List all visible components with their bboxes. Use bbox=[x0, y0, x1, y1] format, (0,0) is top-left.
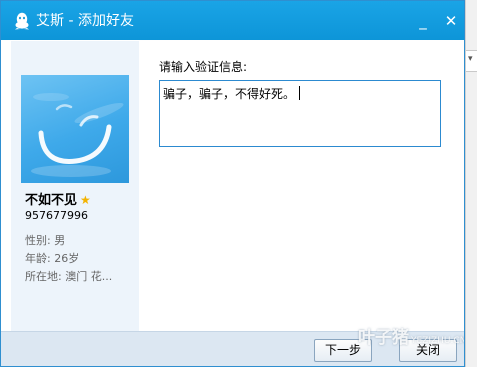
title-bar[interactable]: 艾斯 - 添加好友 _ ✕ bbox=[1, 1, 464, 40]
qq-number: 957677996 bbox=[25, 209, 88, 222]
gender-info: 性别: 男 bbox=[25, 234, 66, 247]
next-button[interactable]: 下一步 bbox=[314, 339, 372, 362]
verify-label: 请输入验证信息: bbox=[159, 60, 248, 74]
profile-panel: 不如不见 ★ 957677996 性别: 男 年龄: 26岁 所在地: 澳门 花.… bbox=[11, 41, 139, 331]
location-info: 所在地: 澳门 花... bbox=[25, 270, 113, 283]
add-friend-dialog: 艾斯 - 添加好友 _ ✕ 不如不见 ★ 957677996 性别: 男 年龄: … bbox=[0, 0, 465, 367]
star-icon: ★ bbox=[80, 193, 91, 207]
window-title: 艾斯 - 添加好友 bbox=[36, 13, 134, 29]
nickname: 不如不见 bbox=[25, 193, 78, 208]
text-caret bbox=[299, 86, 301, 100]
verify-message-text: 骗子，骗子，不得好死。 bbox=[163, 87, 296, 101]
minimize-icon[interactable]: _ bbox=[413, 11, 433, 31]
dialog-footer: 下一步 关闭 bbox=[1, 331, 464, 366]
avatar[interactable] bbox=[21, 75, 129, 183]
background-window: ▾ bbox=[465, 0, 477, 367]
chevron-down-icon: ▾ bbox=[468, 54, 473, 64]
avatar-sky-image bbox=[31, 93, 124, 177]
close-button[interactable]: 关闭 bbox=[399, 339, 457, 362]
age-info: 年龄: 26岁 bbox=[25, 252, 80, 265]
qq-penguin-icon bbox=[15, 12, 29, 30]
nickname-row: 不如不见 ★ bbox=[25, 189, 91, 208]
close-icon[interactable]: ✕ bbox=[441, 11, 461, 31]
background-dropdown[interactable]: ▾ bbox=[466, 50, 477, 72]
verify-message-input[interactable]: 骗子，骗子，不得好死。 bbox=[159, 80, 441, 147]
